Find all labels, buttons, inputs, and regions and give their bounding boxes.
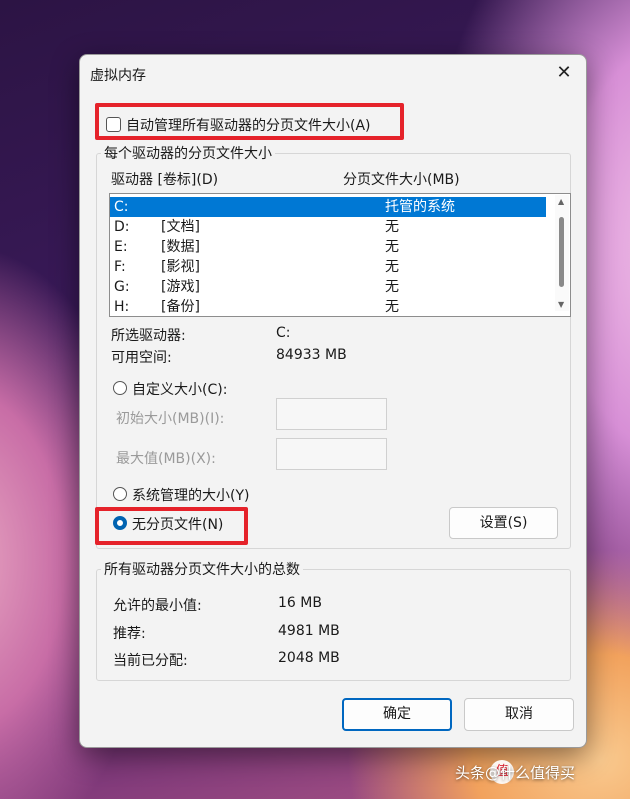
custom-size-radio[interactable] xyxy=(113,381,127,395)
initial-size-label: 初始大小(MB)(I): xyxy=(116,411,225,427)
drive-letter: E: xyxy=(114,239,128,255)
drive-row-f[interactable]: F: [影视] 无 xyxy=(110,257,546,277)
drive-row-g[interactable]: G: [游戏] 无 xyxy=(110,277,546,297)
drive-letter: C: xyxy=(114,199,129,215)
drive-volume-label: [游戏] xyxy=(161,279,200,295)
drive-letter: H: xyxy=(114,299,130,315)
column-header-size: 分页文件大小(MB) xyxy=(343,172,460,188)
selected-drive-value: C: xyxy=(276,325,291,341)
drive-letter: D: xyxy=(114,219,130,235)
drive-paging-size: 无 xyxy=(385,219,399,235)
scrollbar-thumb[interactable] xyxy=(559,217,564,287)
drive-row-e[interactable]: E: [数据] 无 xyxy=(110,237,546,257)
drive-row-h[interactable]: H: [备份] 无 xyxy=(110,297,546,316)
free-space-value: 84933 MB xyxy=(276,347,347,363)
max-size-label: 最大值(MB)(X): xyxy=(116,451,216,467)
drive-paging-size: 托管的系统 xyxy=(385,199,455,215)
drive-volume-label: [文档] xyxy=(161,219,200,235)
drive-paging-size: 无 xyxy=(385,259,399,275)
allocated-label: 当前已分配: xyxy=(113,653,188,669)
recommended-value: 4981 MB xyxy=(278,623,340,639)
no-paging-label[interactable]: 无分页文件(N) xyxy=(132,514,223,534)
drive-volume-label: [备份] xyxy=(161,299,200,315)
min-allowed-label: 允许的最小值: xyxy=(113,598,202,614)
system-managed-radio[interactable] xyxy=(113,487,127,501)
scroll-up-icon[interactable]: ▲ xyxy=(558,197,564,206)
scroll-down-icon[interactable]: ▼ xyxy=(558,300,564,309)
set-button[interactable]: 设置(S) xyxy=(449,507,558,539)
free-space-label: 可用空间: xyxy=(111,350,172,366)
drive-paging-size: 无 xyxy=(385,299,399,315)
virtual-memory-dialog: 虚拟内存 ✕ 自动管理所有驱动器的分页文件大小(A) 每个驱动器的分页文件大小 … xyxy=(79,54,587,748)
drive-paging-size: 无 xyxy=(385,279,399,295)
recommended-label: 推荐: xyxy=(113,626,146,642)
selected-drive-label: 所选驱动器: xyxy=(111,328,186,344)
column-header-drive: 驱动器 [卷标](D) xyxy=(111,172,219,188)
drive-letter: F: xyxy=(114,259,126,275)
totals-group-label: 所有驱动器分页文件大小的总数 xyxy=(101,559,303,579)
auto-manage-label[interactable]: 自动管理所有驱动器的分页文件大小(A) xyxy=(126,115,371,135)
drive-paging-size: 无 xyxy=(385,239,399,255)
initial-size-input[interactable] xyxy=(276,398,387,430)
close-icon[interactable]: ✕ xyxy=(550,61,578,85)
watermark-text: 头条@什么值得买 xyxy=(455,764,576,782)
max-size-input[interactable] xyxy=(276,438,387,470)
no-paging-radio[interactable] xyxy=(113,516,127,530)
drive-listbox[interactable]: C: 托管的系统 D: [文档] 无 E: [数据] 无 F: [影视] 无 G… xyxy=(109,193,571,317)
drive-volume-label: [数据] xyxy=(161,239,200,255)
dialog-title: 虚拟内存 xyxy=(90,68,146,84)
drive-row-c[interactable]: C: 托管的系统 xyxy=(110,197,546,217)
custom-size-label[interactable]: 自定义大小(C): xyxy=(132,379,227,399)
drive-volume-label: [影视] xyxy=(161,259,200,275)
drive-row-d[interactable]: D: [文档] 无 xyxy=(110,217,546,237)
cancel-button[interactable]: 取消 xyxy=(464,698,574,731)
per-drive-group-label: 每个驱动器的分页文件大小 xyxy=(101,143,275,163)
listbox-scrollbar[interactable]: ▲ ▼ xyxy=(555,195,569,311)
ok-button[interactable]: 确定 xyxy=(342,698,452,731)
min-allowed-value: 16 MB xyxy=(278,595,322,611)
system-managed-label[interactable]: 系统管理的大小(Y) xyxy=(132,485,249,505)
allocated-value: 2048 MB xyxy=(278,650,340,666)
auto-manage-checkbox[interactable] xyxy=(106,117,121,132)
drive-letter: G: xyxy=(114,279,130,295)
